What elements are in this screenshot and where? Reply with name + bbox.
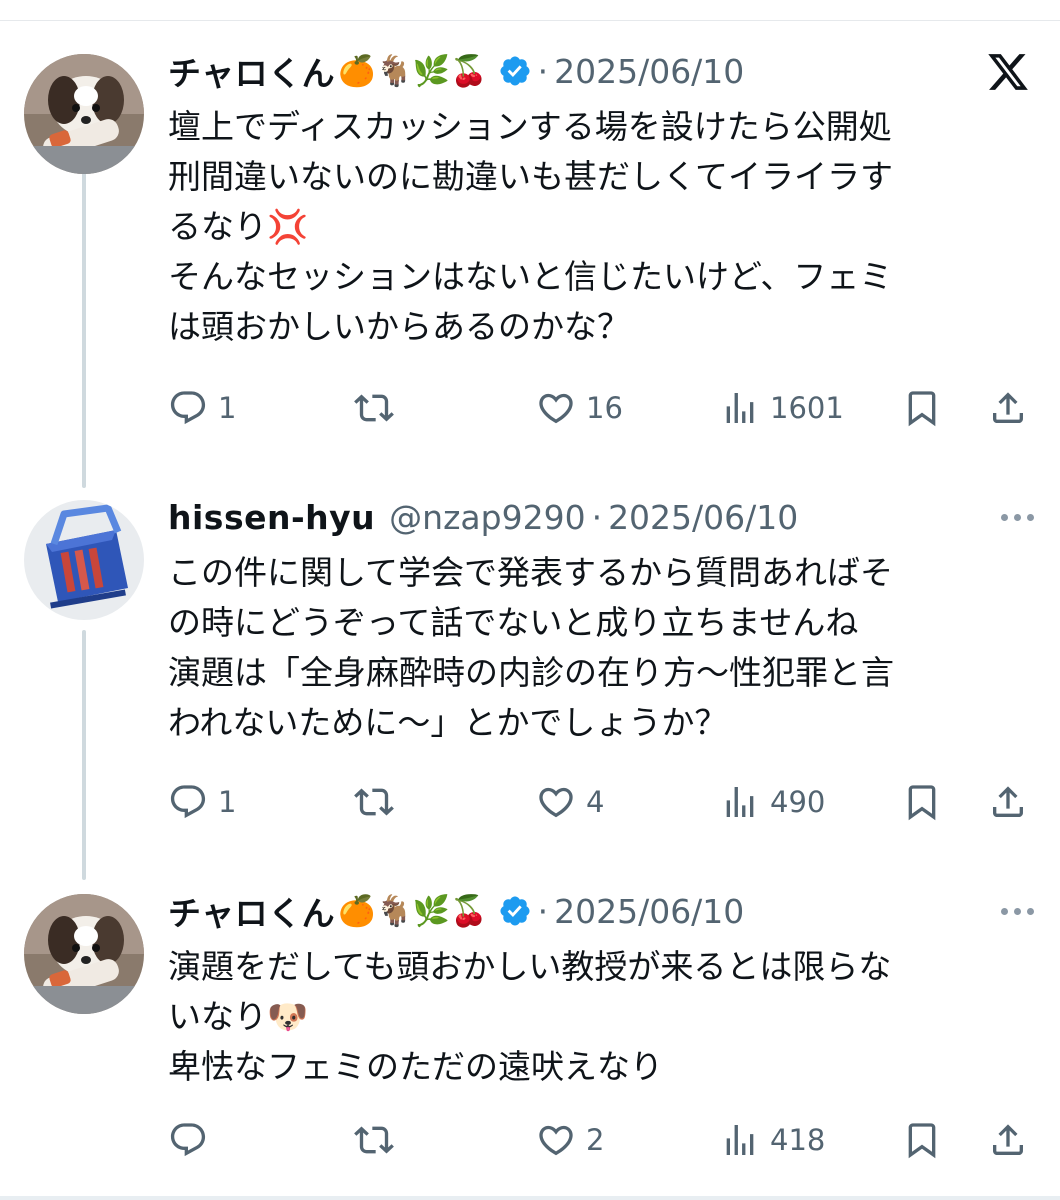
like-button[interactable]: 2 [536, 1118, 604, 1162]
user-handle[interactable]: @nzap9290 [389, 498, 585, 537]
tweet-line: いなり🐶 [168, 997, 309, 1036]
top-divider [0, 20, 1060, 21]
retweet-button[interactable] [354, 780, 404, 824]
reply-button[interactable]: 1 [168, 780, 236, 824]
separator-dot: · [537, 891, 549, 931]
retweet-icon [354, 788, 394, 816]
views-icon [726, 393, 754, 423]
tweet-date[interactable]: 2025/06/10 [554, 52, 744, 91]
view-count: 490 [770, 785, 826, 819]
tweet-header: hissen-hyu @nzap9290 · 2025/06/10 [168, 492, 798, 542]
views-icon [726, 787, 754, 817]
retweet-icon [354, 1126, 394, 1154]
reply-button[interactable] [168, 1118, 218, 1162]
tweet-line: われないために〜」とかでしょうか？ [168, 703, 728, 742]
tweet-date[interactable]: 2025/06/10 [608, 498, 798, 537]
tweet-line: の時にどうぞって話でないと成り立ちませんね [168, 603, 859, 642]
name-emojis: 🍊🐐🌿🍒 [338, 53, 488, 89]
retweet-button[interactable] [354, 1118, 404, 1162]
like-count: 2 [586, 1123, 605, 1157]
like-count: 4 [586, 785, 605, 819]
tweet-line: 卑怯なフェミのただの遠吠えなり [168, 1047, 663, 1086]
tweet-line: るなり💢 [168, 207, 309, 246]
share-icon [993, 392, 1023, 423]
share-icon [993, 786, 1023, 817]
views-button[interactable]: 1601 [720, 386, 844, 430]
heart-icon [539, 1125, 573, 1156]
avatar[interactable] [24, 500, 144, 620]
share-button[interactable] [988, 780, 1028, 824]
tweet-line: 演題をだしても頭おかしい教授が来るとは限らな [168, 947, 892, 986]
separator-dot: · [537, 51, 549, 91]
separator-dot: · [591, 497, 603, 537]
heart-icon [539, 787, 573, 818]
reply-icon [170, 1123, 206, 1157]
display-name[interactable]: hissen-hyu [168, 498, 375, 537]
action-bar: 1 16 1601 [168, 386, 1038, 430]
tweet-line: 壇上でディスカッションする場を設けたら公開処 [168, 107, 892, 146]
views-button[interactable]: 418 [720, 1118, 825, 1162]
avatar[interactable] [24, 54, 144, 174]
verified-badge-icon [500, 56, 530, 86]
display-name[interactable]: チャロくん [168, 887, 335, 935]
tweet-text: 壇上でディスカッションする場を設けたら公開処 刑間違いないのに勘違いも甚だしくて… [168, 102, 1028, 352]
share-button[interactable] [988, 1118, 1028, 1162]
tweet-header: チャロくん 🍊🐐🌿🍒 · 2025/06/10 [168, 46, 744, 96]
tweet-line: この件に関して学会で発表するから質問あればそ [168, 553, 894, 592]
retweet-icon [354, 394, 394, 422]
share-icon [993, 1124, 1023, 1155]
verified-badge-icon [500, 896, 530, 926]
bookmark-button[interactable] [902, 1118, 942, 1162]
reply-count: 1 [218, 785, 237, 819]
view-count: 418 [770, 1123, 826, 1157]
action-bar: 1 4 490 [168, 780, 1038, 824]
bookmark-icon [908, 785, 936, 821]
more-options-icon[interactable] [1001, 514, 1034, 521]
like-button[interactable]: 4 [536, 780, 604, 824]
reply-icon [170, 785, 206, 819]
like-button[interactable]: 16 [536, 386, 623, 430]
bookmark-button[interactable] [902, 386, 942, 430]
thread-connector-1 [82, 154, 86, 488]
tweet-line: そんなセッションはないと信じたいけど、フェミ [168, 257, 893, 296]
bookmark-icon [908, 391, 936, 427]
reply-count: 1 [218, 391, 237, 425]
tweet-text: 演題をだしても頭おかしい教授が来るとは限らな いなり🐶 卑怯なフェミのただの遠吠… [168, 942, 1028, 1092]
reply-button[interactable]: 1 [168, 386, 236, 430]
bookmark-button[interactable] [902, 780, 942, 824]
more-options-icon[interactable] [1001, 908, 1034, 915]
display-name[interactable]: チャロくん [168, 47, 335, 95]
tweet-text: この件に関して学会で発表するから質問あればそ の時にどうぞって話でないと成り立ち… [168, 548, 1028, 748]
view-count: 1601 [770, 391, 844, 425]
bottom-divider [0, 1196, 1060, 1200]
name-emojis: 🍊🐐🌿🍒 [338, 893, 488, 929]
tweet-date[interactable]: 2025/06/10 [554, 892, 744, 931]
share-button[interactable] [988, 386, 1028, 430]
views-icon [726, 1125, 754, 1155]
reply-icon [170, 391, 206, 425]
views-button[interactable]: 490 [720, 780, 825, 824]
retweet-button[interactable] [354, 386, 404, 430]
action-bar: 2 418 [168, 1118, 1038, 1162]
bookmark-icon [908, 1123, 936, 1159]
tweet-line: 刑間違いないのに勘違いも甚だしくてイライラす [168, 157, 894, 196]
tweet-header: チャロくん 🍊🐐🌿🍒 · 2025/06/10 [168, 886, 744, 936]
like-count: 16 [586, 391, 623, 425]
heart-icon [539, 393, 573, 424]
thread-connector-2 [82, 630, 86, 880]
x-logo-icon[interactable] [986, 50, 1030, 94]
tweet-line: 演題は「全身麻酔時の内診の在り方〜性犯罪と言 [168, 653, 894, 692]
tweet-line: は頭おかしいからあるのかな？ [168, 307, 630, 346]
avatar[interactable] [24, 894, 144, 1014]
